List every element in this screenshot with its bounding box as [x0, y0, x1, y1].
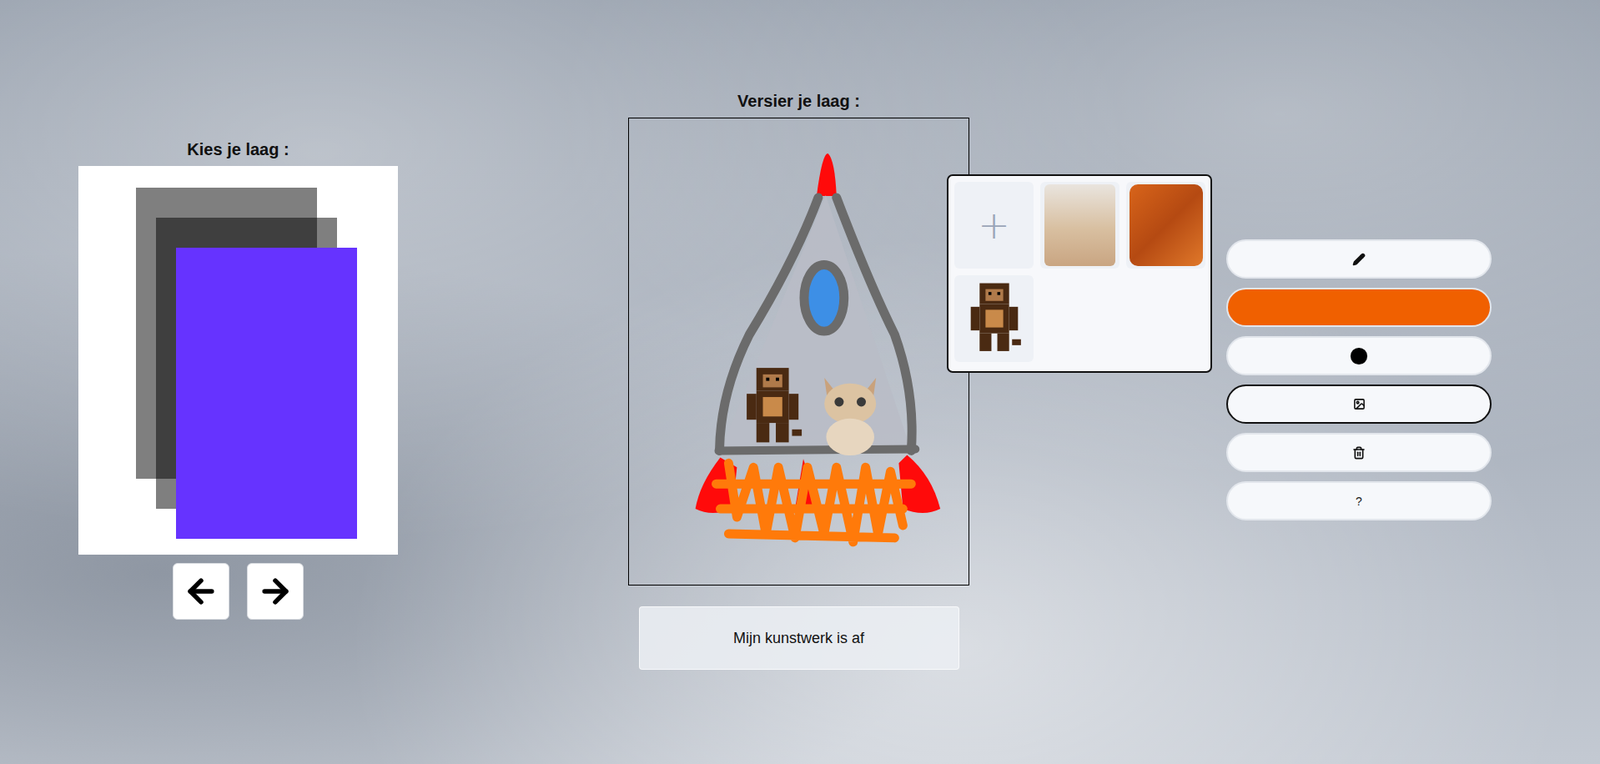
image-option[interactable] — [954, 275, 1034, 363]
color-tool-button[interactable] — [1226, 287, 1492, 328]
brush-size-icon — [1349, 347, 1369, 366]
image-icon — [1353, 397, 1366, 411]
image-picker: + — [946, 174, 1213, 373]
layer-card[interactable] — [176, 247, 358, 539]
image-option[interactable] — [1040, 181, 1120, 269]
size-tool-button[interactable] — [1226, 336, 1492, 376]
canvas-area: + — [628, 117, 970, 586]
layer-stack — [78, 166, 398, 555]
page: Kies je laag : Versier je laag : + Mijn kun… — [0, 0, 1600, 764]
trash-icon — [1352, 446, 1366, 460]
layer-panel: Kies je laag : — [78, 140, 398, 620]
drawing-canvas[interactable] — [628, 117, 970, 586]
layer-nav — [172, 563, 304, 620]
rocket-drawing[interactable] — [628, 118, 969, 585]
previous-layer-button[interactable] — [172, 563, 230, 620]
cat-sticker[interactable] — [824, 377, 876, 456]
next-layer-button[interactable] — [246, 563, 304, 620]
layer-panel-title: Kies je laag : — [186, 140, 289, 160]
help-label: ? — [1355, 494, 1363, 509]
add-image-button[interactable]: + — [954, 181, 1034, 269]
image-option[interactable] — [1126, 181, 1206, 269]
editor-title: Versier je laag : — [737, 91, 861, 111]
delete-tool-button[interactable] — [1226, 432, 1492, 473]
arrow-left-icon — [182, 573, 220, 610]
editor-panel: Versier je laag : + Mijn kunstwerk is af — [628, 91, 970, 670]
image-tool-button[interactable] — [1226, 384, 1492, 424]
monkey-icon — [964, 280, 1025, 358]
toolbar: ? — [1226, 239, 1492, 521]
help-tool-button[interactable]: ? — [1226, 481, 1492, 521]
monkey-sticker[interactable] — [746, 367, 802, 443]
pencil-tool-button[interactable] — [1226, 239, 1492, 279]
pencil-icon — [1352, 252, 1366, 267]
cat-photo — [1044, 184, 1116, 267]
lava-photo — [1129, 184, 1203, 267]
done-button[interactable]: Mijn kunstwerk is af — [638, 606, 960, 670]
arrow-right-icon — [256, 573, 294, 610]
